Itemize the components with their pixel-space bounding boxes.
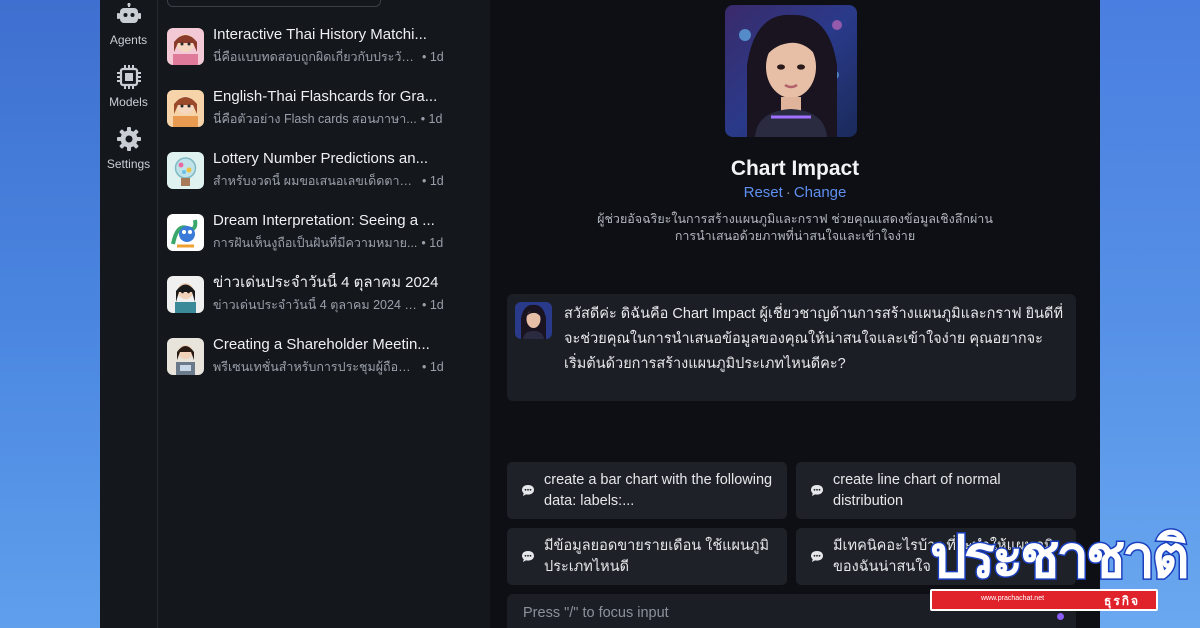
agent-actions: Reset · Change bbox=[490, 184, 1100, 201]
conversation-item[interactable]: ข่าวเด่นประจำวันนี้ 4 ตุลาคม 2024 ข่าวเด… bbox=[167, 270, 467, 320]
message-avatar bbox=[515, 302, 552, 339]
conversation-age: • 1d bbox=[422, 50, 444, 64]
conversation-snippet: นี่คือตัวอย่าง Flash cards สอนภาษา... bbox=[213, 112, 417, 126]
rail-item-settings[interactable]: Settings bbox=[100, 126, 158, 171]
logo-subtitle: ธุรกิจ bbox=[1104, 594, 1141, 608]
conversation-snippet: ข่าวเด่นประจำวันนี้ 4 ตุลาคม 2024 มี... bbox=[213, 298, 418, 312]
assistant-message: สวัสดีค่ะ ดิฉันคือ Chart Impact ผู้เชี่ย… bbox=[507, 294, 1076, 401]
rail-label-settings: Settings bbox=[106, 157, 151, 171]
conversation-thumbnail bbox=[167, 276, 204, 313]
desktop-background-left bbox=[0, 0, 100, 628]
chat-bubble-icon bbox=[810, 550, 824, 563]
conversation-list: Interactive Thai History Matchi... นี่คื… bbox=[158, 0, 490, 628]
conversation-age: • 1d bbox=[422, 298, 444, 312]
conversation-age: • 1d bbox=[422, 174, 444, 188]
conversation-thumbnail bbox=[167, 90, 204, 127]
conversation-thumbnail bbox=[167, 214, 204, 251]
rail-label-models: Models bbox=[109, 95, 148, 109]
conversation-snippet: นี่คือแบบทดสอบถูกผิดเกี่ยวกับประวัติ... bbox=[213, 50, 418, 64]
link-separator: · bbox=[785, 184, 791, 201]
conversation-item[interactable]: Lottery Number Predictions an... สำหรับง… bbox=[167, 146, 467, 196]
conversation-title: Interactive Thai History Matchi... bbox=[213, 26, 427, 43]
suggestion-card[interactable]: มีข้อมูลยอดขายรายเดือน ใช้แผนภูมิประเภทไ… bbox=[507, 528, 787, 585]
conversation-title: English-Thai Flashcards for Gra... bbox=[213, 88, 438, 105]
conversation-thumbnail bbox=[167, 152, 204, 189]
agent-avatar bbox=[725, 5, 857, 137]
conversation-item[interactable]: English-Thai Flashcards for Gra... นี่คื… bbox=[167, 84, 467, 134]
conversation-item[interactable]: Creating a Shareholder Meetin... พรีเซนเ… bbox=[167, 332, 467, 382]
rail-item-models[interactable]: Models bbox=[100, 64, 158, 109]
agent-name: Chart Impact bbox=[730, 157, 860, 180]
suggestion-text: create line chart of normal distribution bbox=[833, 471, 1001, 509]
chat-bubble-icon bbox=[521, 550, 535, 563]
robot-icon bbox=[116, 2, 142, 28]
chat-bubble-icon bbox=[810, 484, 824, 497]
conversation-thumbnail bbox=[167, 338, 204, 375]
logo-url: www.prachachat.net bbox=[981, 595, 1045, 602]
conversation-item[interactable]: Dream Interpretation: Seeing a ... การฝั… bbox=[167, 208, 467, 258]
suggestion-card[interactable]: create a bar chart with the following da… bbox=[507, 462, 787, 519]
chip-icon bbox=[116, 64, 142, 90]
rail-item-agents[interactable]: Agents bbox=[100, 2, 158, 47]
agent-description: ผู้ช่วยอัจฉริยะในการสร้างแผนภูมิและกราฟ … bbox=[597, 212, 993, 243]
nav-rail: Agents Models Settings bbox=[100, 0, 158, 628]
change-link[interactable]: Change bbox=[794, 184, 847, 201]
conversation-age: • 1d bbox=[421, 236, 444, 250]
suggestion-text: create a bar chart with the following da… bbox=[544, 471, 773, 509]
logo-wordmark: ประชาชาติ bbox=[929, 522, 1192, 593]
conversation-item[interactable]: Interactive Thai History Matchi... นี่คื… bbox=[167, 22, 467, 72]
conversation-snippet: พรีเซนเทชั่นสำหรับการประชุมผู้ถือหุ้น... bbox=[213, 360, 418, 374]
search-box[interactable] bbox=[167, 0, 381, 7]
conversation-title: Lottery Number Predictions an... bbox=[213, 150, 429, 167]
gear-icon bbox=[116, 126, 142, 152]
conversation-age: • 1d bbox=[422, 360, 444, 374]
conversation-age: • 1d bbox=[420, 112, 443, 126]
status-dot bbox=[1057, 613, 1064, 620]
conversation-thumbnail bbox=[167, 28, 204, 65]
conversation-title: ข่าวเด่นประจำวันนี้ 4 ตุลาคม 2024 bbox=[213, 274, 439, 291]
prachachat-logo: ประชาชาติ www.prachachat.net ธุรกิจ bbox=[926, 522, 1191, 614]
reset-link[interactable]: Reset bbox=[744, 184, 783, 201]
conversation-title: Creating a Shareholder Meetin... bbox=[213, 336, 430, 353]
suggestion-card[interactable]: create line chart of normal distribution bbox=[796, 462, 1076, 519]
chat-bubble-icon bbox=[521, 484, 535, 497]
suggestion-text: มีข้อมูลยอดขายรายเดือน ใช้แผนภูมิประเภทไ… bbox=[544, 537, 770, 575]
conversation-snippet: สำหรับงวดนี้ ผมขอเสนอเลขเด็ดตามก... bbox=[213, 174, 418, 188]
rail-label-agents: Agents bbox=[109, 33, 148, 47]
message-text: สวัสดีค่ะ ดิฉันคือ Chart Impact ผู้เชี่ย… bbox=[564, 306, 1064, 372]
conversation-snippet: การฝันเห็นงูถือเป็นฝันที่มีความหมาย... bbox=[213, 236, 418, 250]
conversation-title: Dream Interpretation: Seeing a ... bbox=[213, 212, 435, 229]
